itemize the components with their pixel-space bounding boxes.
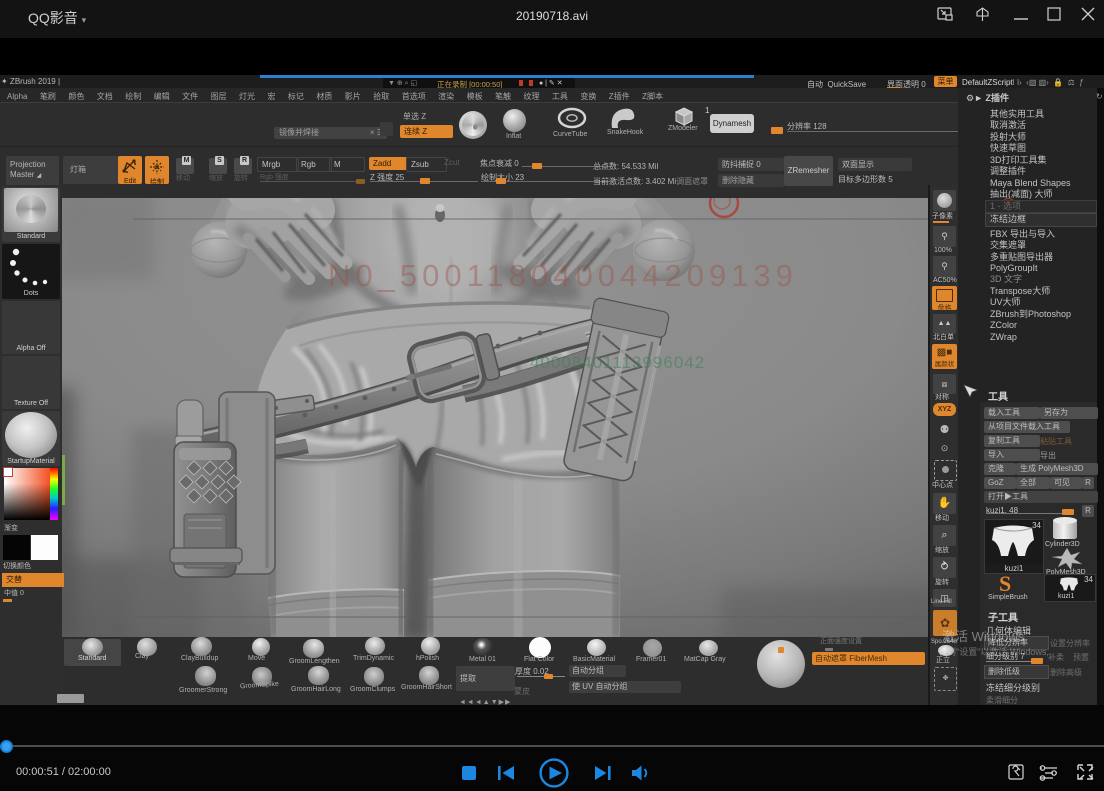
svg-text:N0_500118040044209139: N0_500118040044209139: [328, 258, 798, 293]
svg-text:40008401113996042: 40008401113996042: [530, 353, 705, 372]
